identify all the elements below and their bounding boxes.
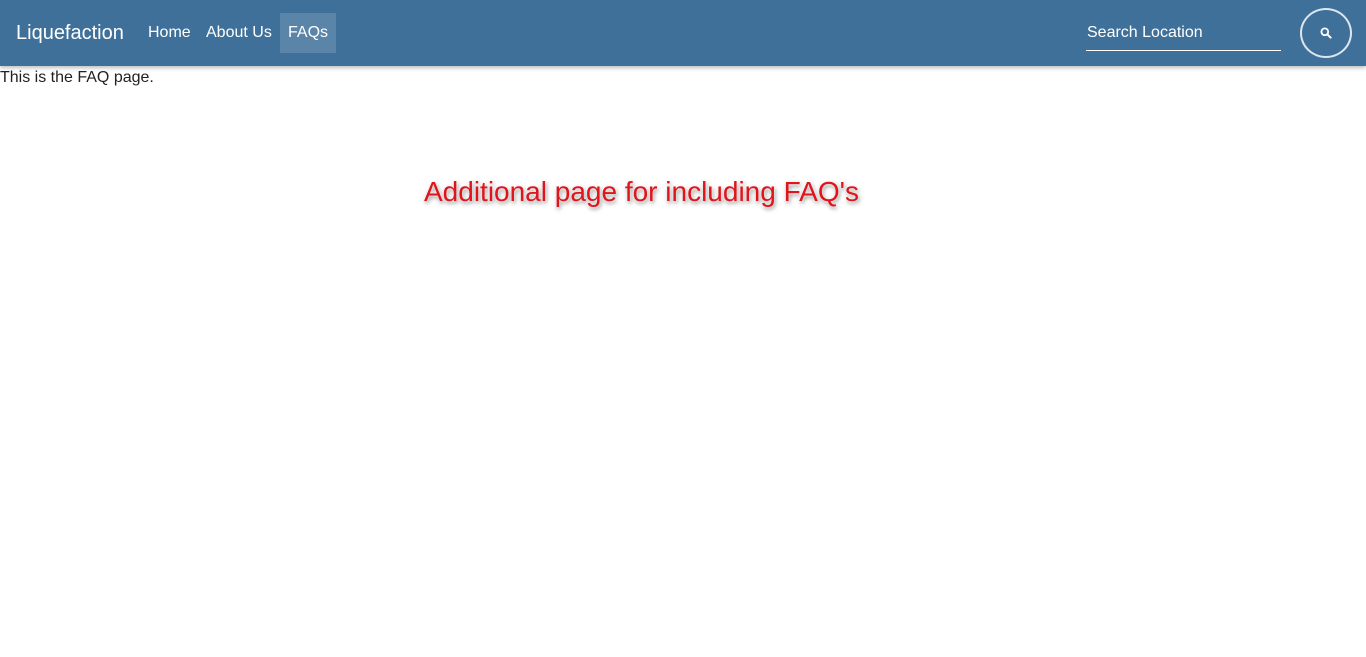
brand-logo[interactable]: Liquefaction <box>16 20 124 46</box>
faq-intro-text: This is the FAQ page. <box>0 69 154 86</box>
search-button[interactable] <box>1300 8 1352 58</box>
search-location-input[interactable] <box>1086 17 1281 51</box>
search-icon <box>1320 27 1332 39</box>
nav-link-home[interactable]: Home <box>140 13 199 53</box>
nav-link-about-us[interactable]: About Us <box>198 13 280 53</box>
annotation-caption: Additional page for including FAQ's <box>424 176 859 207</box>
nav-link-faqs[interactable]: FAQs <box>280 13 336 53</box>
top-navbar: Liquefaction Home About Us FAQs <box>0 0 1366 66</box>
